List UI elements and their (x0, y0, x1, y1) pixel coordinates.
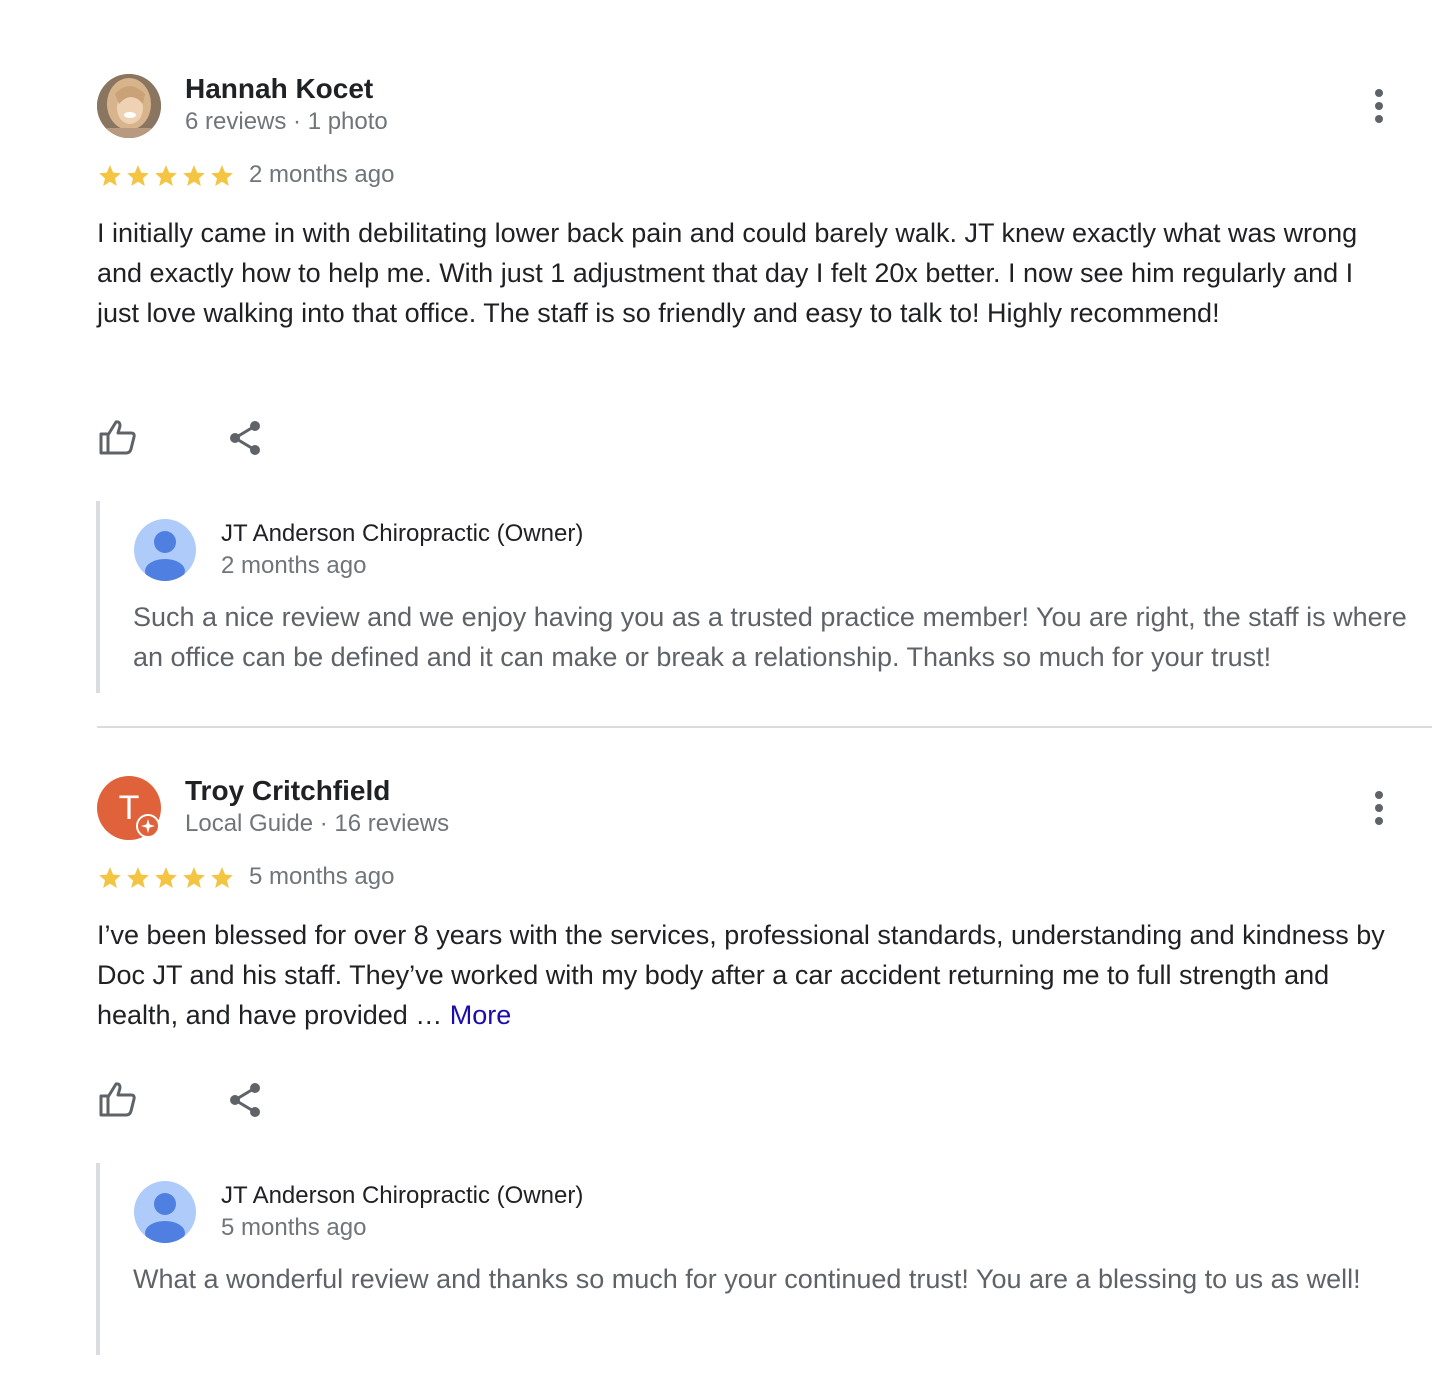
star-icon (127, 165, 149, 186)
owner-response-time: 2 months ago (221, 552, 367, 579)
star-icon (183, 165, 205, 186)
owner-avatar-icon (134, 519, 196, 581)
star-icon (155, 867, 177, 888)
reviewer-name[interactable]: Troy Critchfield (185, 775, 390, 807)
star-rating (97, 865, 237, 891)
star-icon (99, 867, 121, 888)
share-icon[interactable] (228, 1082, 264, 1123)
owner-response-text: Such a nice review and we enjoy having y… (133, 602, 1407, 672)
review-text-body: I’ve been blessed for over 8 years with … (97, 920, 1385, 1030)
star-icon (155, 165, 177, 186)
owner-response-time: 5 months ago (221, 1214, 367, 1241)
review-time: 5 months ago (249, 863, 395, 890)
star-rating (97, 163, 237, 189)
more-options-icon[interactable] (1366, 788, 1392, 828)
thumbs-up-icon[interactable] (98, 418, 138, 461)
reviewer-meta[interactable]: 6 reviews · 1 photo (185, 108, 388, 136)
reviewer-meta[interactable]: Local Guide · 16 reviews (185, 810, 449, 838)
owner-avatar-icon (134, 1181, 196, 1243)
share-icon[interactable] (228, 420, 264, 461)
review-time: 2 months ago (249, 161, 395, 188)
review-text: I’ve been blessed for over 8 years with … (97, 915, 1397, 1035)
star-icon (183, 867, 205, 888)
review-divider (97, 726, 1432, 728)
more-link[interactable]: More (450, 1000, 512, 1030)
star-icon (211, 867, 233, 888)
owner-name: JT Anderson Chiropractic (Owner) (221, 1182, 584, 1209)
reviewer-avatar[interactable] (97, 74, 161, 138)
star-icon (99, 165, 121, 186)
review-text: I initially came in with debilitating lo… (97, 218, 1358, 328)
owner-name: JT Anderson Chiropractic (Owner) (221, 520, 584, 547)
star-icon (127, 867, 149, 888)
thumbs-up-icon[interactable] (98, 1080, 138, 1123)
owner-response-text: What a wonderful review and thanks so mu… (133, 1264, 1361, 1294)
star-icon (211, 165, 233, 186)
more-options-icon[interactable] (1366, 86, 1392, 126)
reviewer-name[interactable]: Hannah Kocet (185, 73, 373, 105)
local-guide-badge-icon (136, 814, 160, 838)
avatar-photo-image (97, 74, 161, 138)
